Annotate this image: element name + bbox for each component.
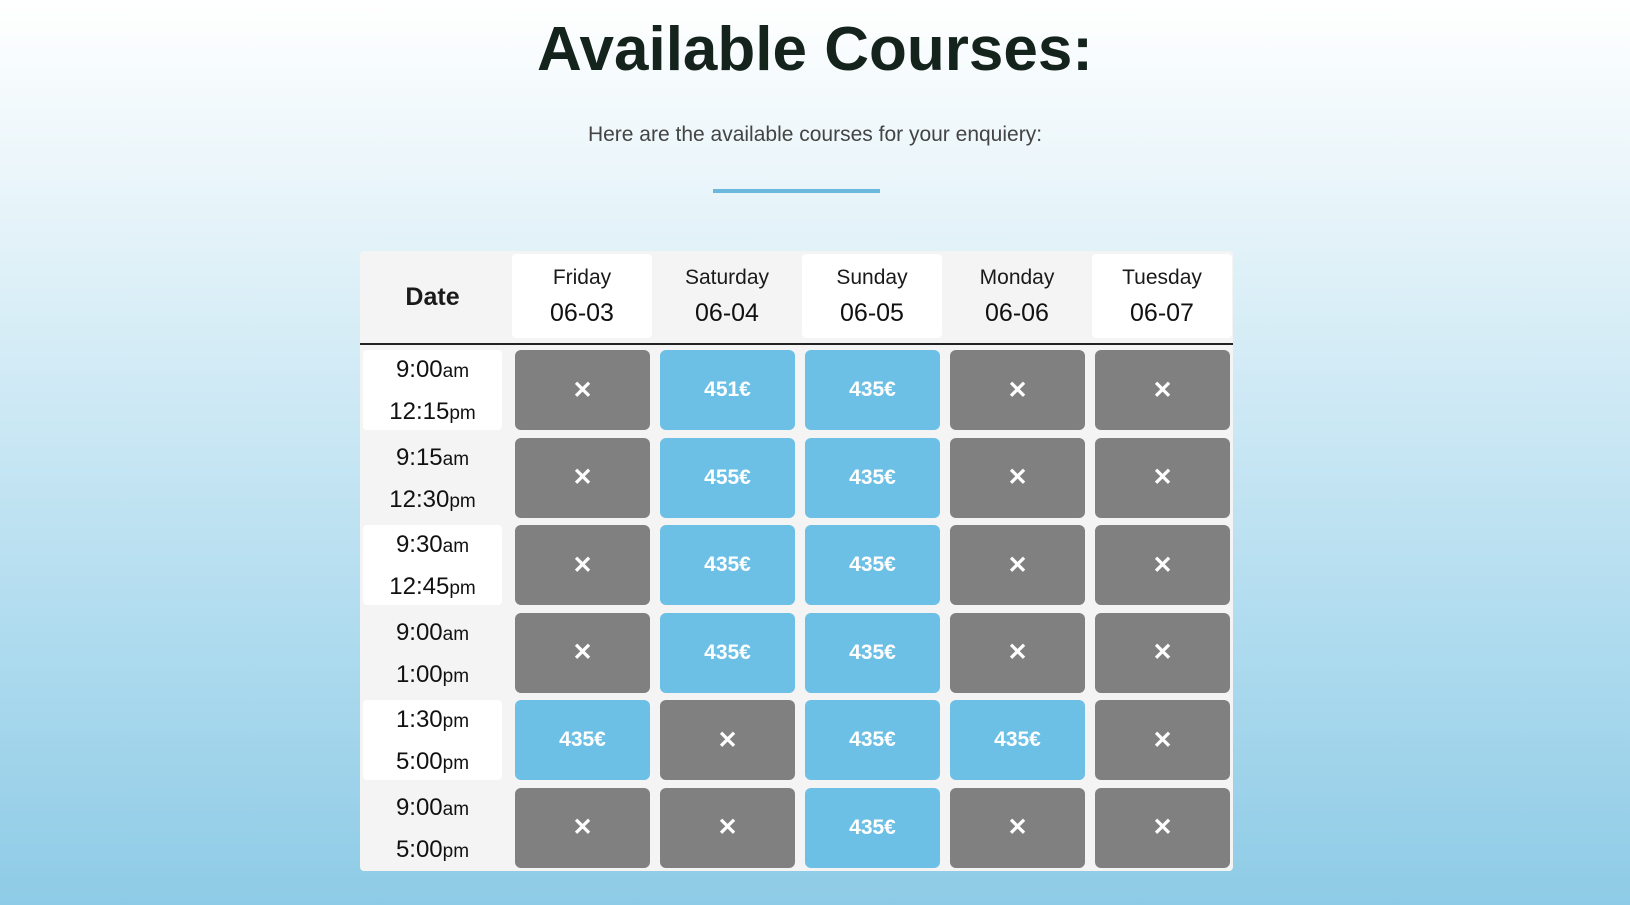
course-price-button[interactable]: 435€	[660, 525, 795, 605]
column-day: Sunday	[836, 266, 908, 289]
date-header: Date	[405, 283, 460, 311]
start-suffix: pm	[442, 711, 470, 732]
course-price-button[interactable]: 435€	[805, 787, 940, 868]
divider	[713, 189, 880, 193]
unavailable-cell: ✕	[515, 350, 650, 430]
unavailable-cell: ✕	[950, 787, 1085, 868]
start-time: 9:15	[395, 443, 443, 471]
column-header: Friday 06-03	[512, 254, 652, 338]
course-price-button[interactable]: 435€	[660, 612, 795, 693]
unavailable-cell: ✕	[515, 437, 650, 518]
start-suffix: am	[442, 798, 470, 820]
end-time: 1:00	[395, 660, 443, 688]
unavailable-cell: ✕	[1095, 350, 1230, 430]
end-time: 12:45	[389, 573, 450, 600]
course-price-button[interactable]: 451€	[660, 350, 795, 430]
unavailable-cell: ✕	[515, 612, 650, 693]
column-header: Tuesday 06-07	[1092, 254, 1232, 338]
end-time: 5:00	[395, 748, 443, 775]
unavailable-cell: ✕	[1095, 700, 1230, 780]
column-date: 06-07	[1130, 299, 1194, 327]
time-slot-label: 9:15am 12:30pm	[363, 438, 502, 518]
end-suffix: pm	[449, 490, 476, 512]
course-price-button[interactable]: 435€	[515, 700, 650, 780]
unavailable-cell: ✕	[950, 612, 1085, 693]
end-time: 12:30	[389, 485, 450, 513]
unavailable-cell: ✕	[1095, 525, 1230, 605]
column-date: 06-05	[840, 299, 904, 327]
start-time: 9:30	[395, 531, 443, 558]
unavailable-cell: ✕	[515, 525, 650, 605]
course-price-button[interactable]: 435€	[805, 612, 940, 693]
start-time: 9:00	[395, 618, 443, 646]
course-price-button[interactable]: 435€	[805, 437, 940, 518]
course-price-button[interactable]: 455€	[660, 437, 795, 518]
course-price-button[interactable]: 435€	[805, 350, 940, 430]
end-suffix: pm	[442, 753, 470, 774]
start-suffix: am	[442, 361, 470, 382]
course-price-button[interactable]: 435€	[805, 525, 940, 605]
time-slot-label: 9:00am 1:00pm	[363, 613, 502, 693]
unavailable-cell: ✕	[1095, 612, 1230, 693]
unavailable-cell: ✕	[950, 437, 1085, 518]
end-suffix: pm	[449, 578, 476, 599]
column-day: Tuesday	[1122, 266, 1202, 289]
unavailable-cell: ✕	[1095, 787, 1230, 868]
time-slot-label: 9:00am 12:15pm	[363, 350, 502, 430]
time-slot-label: 9:00am 5:00pm	[363, 788, 502, 868]
unavailable-cell: ✕	[1095, 437, 1230, 518]
unavailable-cell: ✕	[660, 700, 795, 780]
unavailable-cell: ✕	[950, 350, 1085, 430]
column-header: Monday 06-06	[947, 254, 1087, 338]
column-day: Friday	[552, 266, 612, 289]
start-time: 9:00	[395, 793, 443, 821]
time-slot-label: 1:30pm 5:00pm	[363, 700, 502, 780]
end-suffix: pm	[442, 840, 470, 862]
start-suffix: am	[442, 448, 470, 470]
start-suffix: am	[442, 536, 470, 557]
unavailable-cell: ✕	[950, 525, 1085, 605]
column-date: 06-04	[695, 299, 759, 327]
unavailable-cell: ✕	[660, 787, 795, 868]
page-title: Available Courses:	[537, 15, 1093, 84]
table-header: Date Friday 06-03 Saturday 06-04 Sunday 06-05…	[360, 251, 1233, 345]
course-price-button[interactable]: 435€	[950, 700, 1085, 780]
column-header: Saturday 06-04	[657, 254, 797, 338]
column-header: Sunday 06-05	[802, 254, 942, 338]
column-date: 06-03	[550, 299, 614, 327]
end-suffix: pm	[442, 665, 470, 687]
time-slot-label: 9:30am 12:45pm	[363, 525, 502, 605]
end-time: 5:00	[395, 835, 443, 863]
end-time: 12:15	[389, 398, 450, 425]
page-subtitle: Here are the available courses for your …	[587, 123, 1043, 146]
start-suffix: am	[442, 623, 470, 645]
column-date: 06-06	[985, 299, 1049, 327]
unavailable-cell: ✕	[515, 787, 650, 868]
start-time: 9:00	[395, 356, 443, 383]
course-price-button[interactable]: 435€	[805, 700, 940, 780]
column-day: Monday	[979, 266, 1055, 289]
start-time: 1:30	[395, 706, 443, 733]
column-day: Saturday	[684, 266, 770, 289]
end-suffix: pm	[449, 403, 476, 424]
courses-table: Date Friday 06-03 Saturday 06-04 Sunday 06-05…	[360, 251, 1233, 871]
